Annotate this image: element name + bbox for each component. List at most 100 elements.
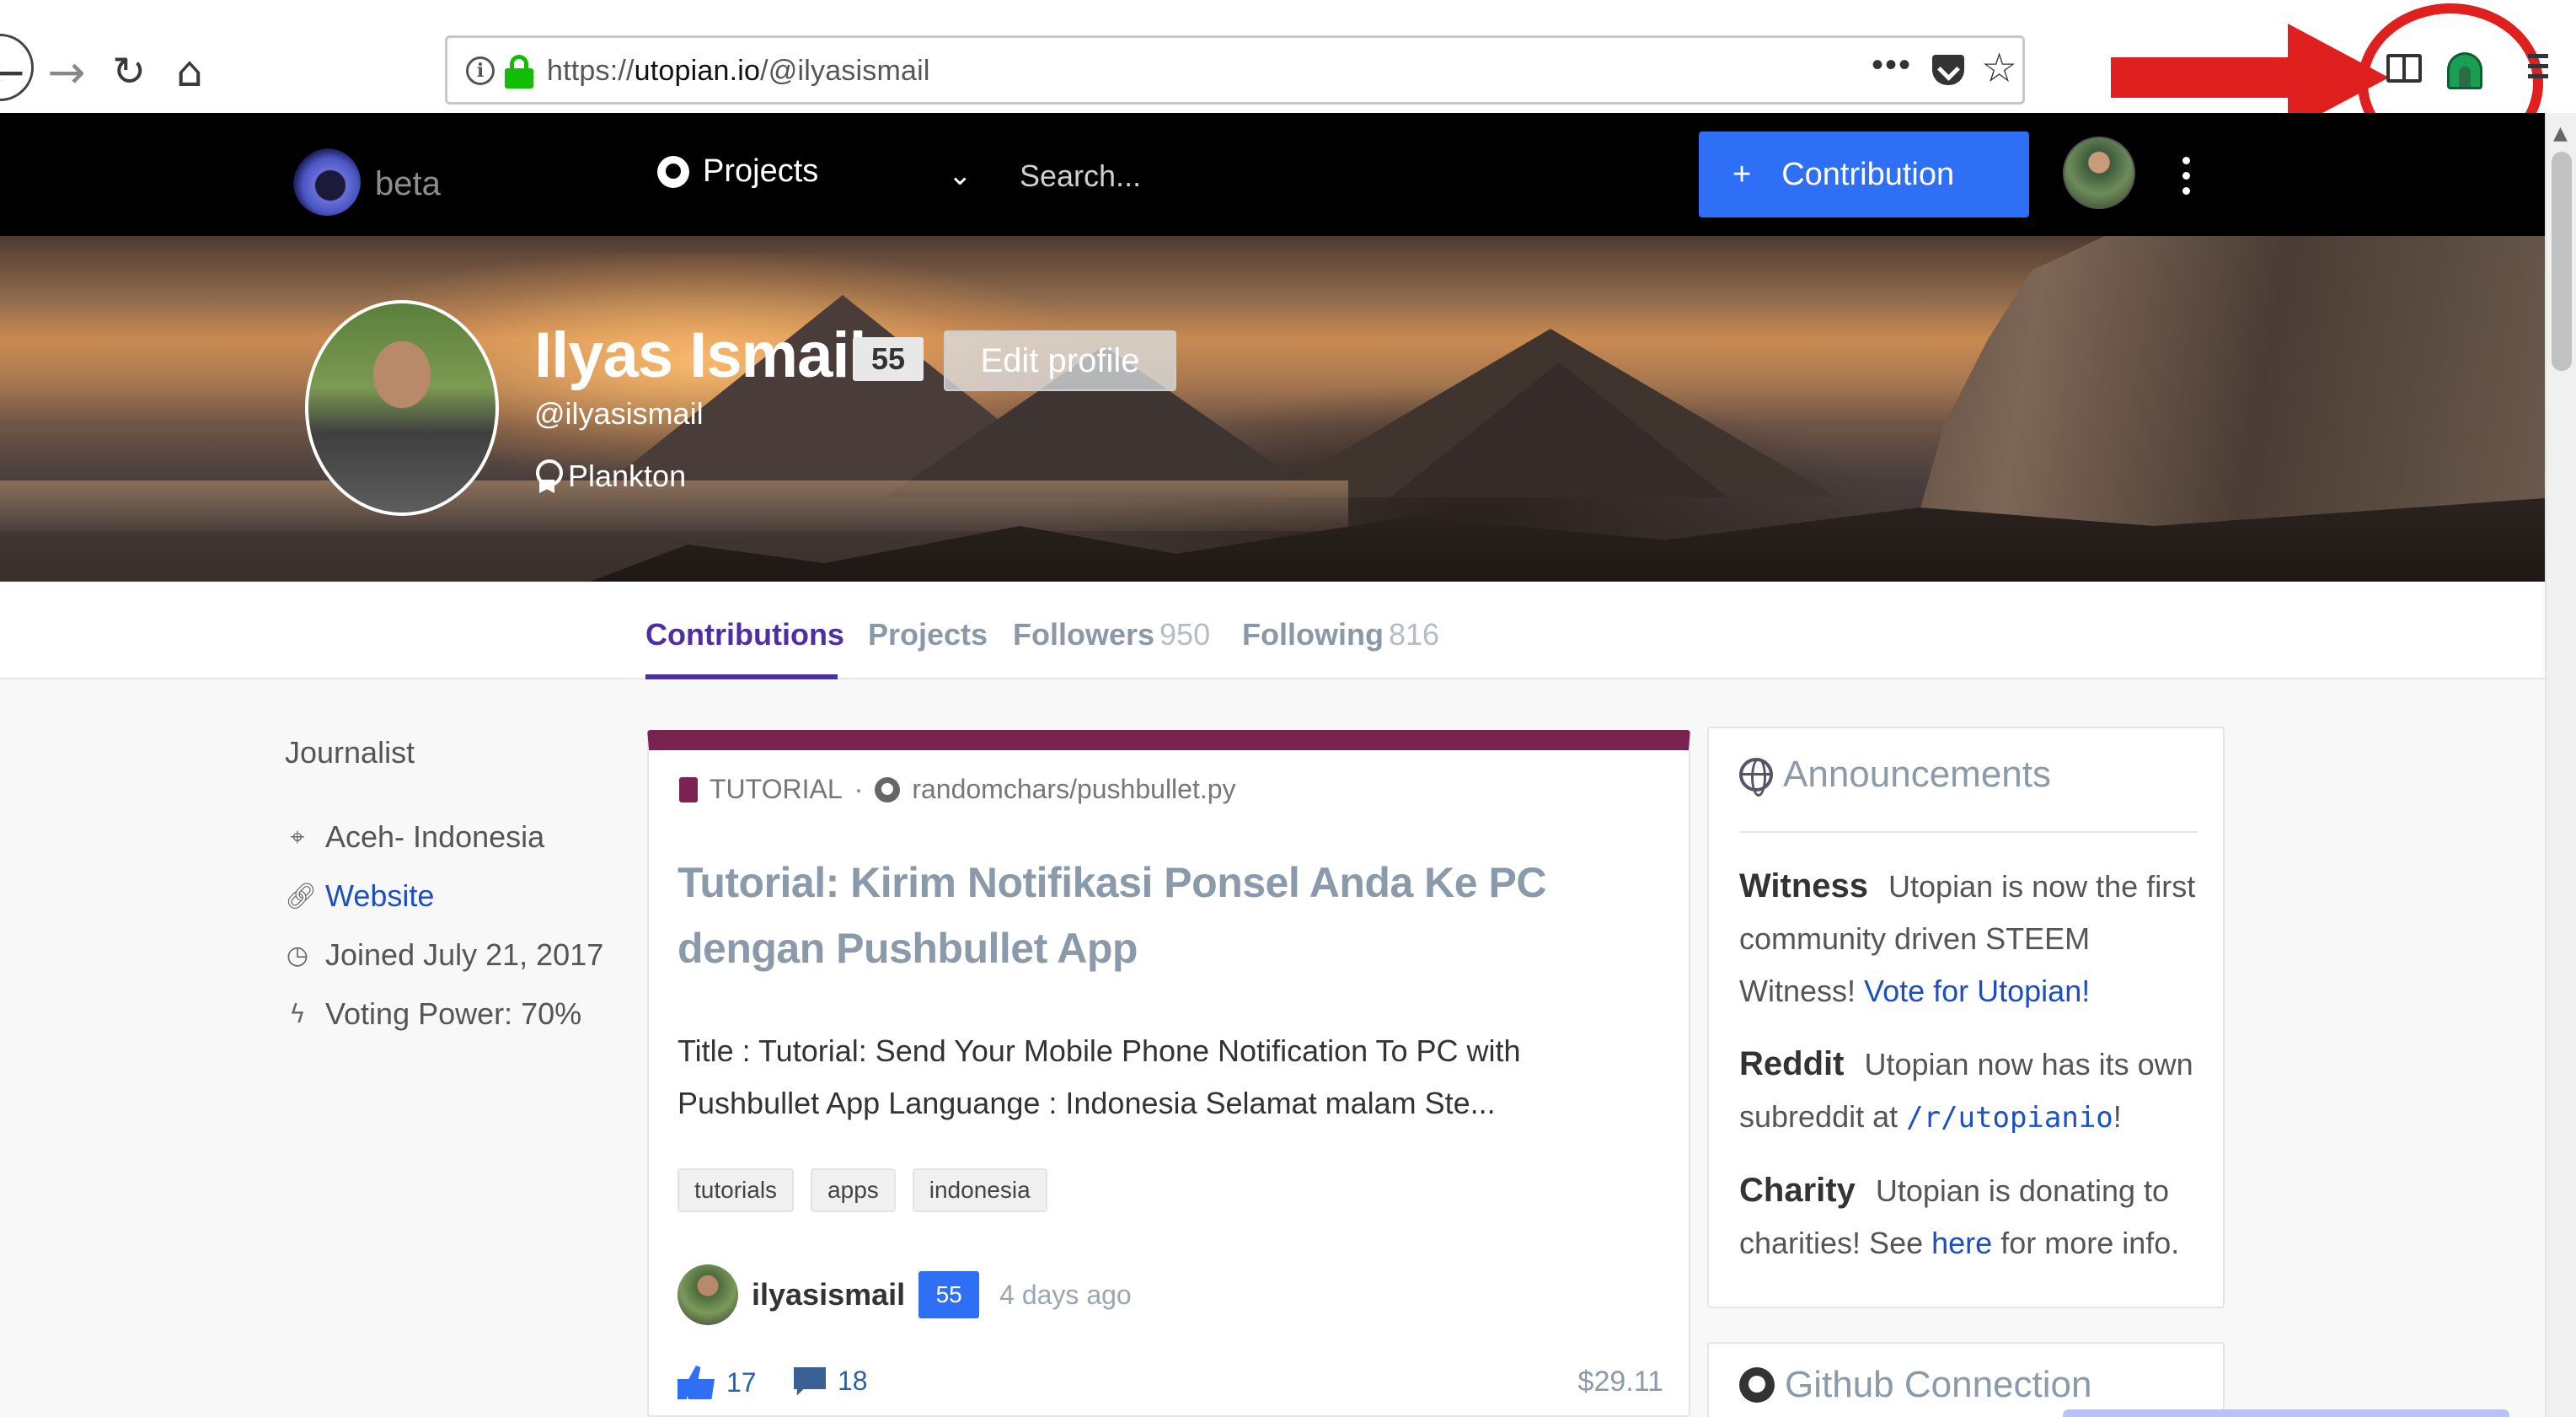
post-time: 4 days ago: [999, 1279, 1132, 1310]
witness-announcement: Witness Utopian is now the first communi…: [1739, 860, 2211, 1017]
tag[interactable]: tutorials: [677, 1168, 795, 1212]
github-icon: [1739, 1367, 1775, 1403]
projects-nav[interactable]: Projects: [657, 153, 818, 190]
globe-icon: [1739, 758, 1773, 797]
github-icon: [875, 776, 901, 802]
thumbs-up-icon: [677, 1366, 715, 1399]
utopian-logo[interactable]: [287, 137, 371, 221]
reddit-announcement: Reddit Utopian now has its own subreddit…: [1739, 1038, 2211, 1144]
divider: [1739, 831, 2198, 833]
author-name[interactable]: ilyasismail: [752, 1277, 905, 1312]
announcements-body: Witness Utopian is now the first communi…: [1739, 860, 2211, 1290]
reputation-badge: 55: [853, 337, 924, 381]
main-content: Journalist ⌖ Aceh- Indonesia 🔗︎ Website …: [0, 679, 2545, 1417]
tab-followers[interactable]: Followers 950: [1013, 617, 1210, 652]
comments-button[interactable]: 18: [794, 1366, 868, 1397]
post-repo[interactable]: randomchars/pushbullet.py: [912, 774, 1235, 805]
contribution-label: Contribution: [1781, 156, 1955, 192]
back-icon[interactable]: ←: [0, 42, 35, 101]
scrollbar-thumb[interactable]: [2552, 152, 2572, 371]
tab-contributions[interactable]: Contributions: [645, 617, 844, 652]
post-author: ilyasismail 55 4 days ago: [677, 1264, 1132, 1325]
github-connection-header: Github Connection: [1739, 1364, 2091, 1406]
vote-for-utopian-link[interactable]: Vote for Utopian!: [1864, 974, 2090, 1008]
following-count: 816: [1388, 617, 1440, 652]
bolt-icon: ϟ: [289, 999, 306, 1029]
author-reputation-badge: 55: [918, 1271, 980, 1318]
location-text: Aceh- Indonesia: [325, 819, 545, 854]
clock-icon: ◷: [286, 940, 309, 970]
profile-rank: Plankton: [534, 459, 686, 494]
reload-icon[interactable]: ↻: [99, 42, 158, 101]
chevron-down-icon[interactable]: ⌄: [948, 158, 972, 192]
more-icon[interactable]: •••: [1872, 46, 1912, 84]
post-excerpt: Title : Tutorial: Send Your Mobile Phone…: [677, 1033, 1521, 1120]
location-row: ⌖ Aceh- Indonesia: [285, 808, 622, 867]
profile-bio: Journalist: [285, 735, 415, 770]
charity-end: for more info.: [2000, 1226, 2180, 1260]
cover-mountain: [1390, 362, 1727, 497]
profile-handle: @ilyasismail: [534, 396, 704, 431]
profile-cover: Ilyas Ismail 55 Edit profile @ilyasismai…: [0, 236, 2545, 582]
tutorial-icon: [679, 776, 698, 802]
bookmark-star-icon[interactable]: ☆: [1981, 45, 2017, 92]
url-text[interactable]: https://utopian.io/@ilyasismail: [547, 55, 930, 88]
award-icon: [534, 459, 563, 493]
menu-icon[interactable]: [2528, 54, 2548, 84]
location-pin-icon: ⌖: [290, 822, 305, 852]
subreddit-link[interactable]: /r/utopianio: [1906, 1101, 2113, 1135]
post-title[interactable]: Tutorial: Kirim Notifikasi Ponsel Anda K…: [677, 850, 1655, 981]
followers-count: 950: [1159, 617, 1211, 652]
github-icon: [657, 155, 689, 188]
home-icon[interactable]: ⌂: [160, 42, 219, 101]
site-header: beta Projects ⌄ Search... + Contribution: [0, 113, 2545, 236]
joined-row: ◷ Joined July 21, 2017: [285, 926, 622, 985]
announcements-card: Announcements Witness Utopian is now the…: [1707, 727, 2225, 1308]
upvote-count: 17: [726, 1366, 757, 1398]
user-avatar[interactable]: [2063, 137, 2135, 209]
comment-icon: [794, 1366, 826, 1396]
announcements-title: Announcements: [1783, 754, 2051, 795]
charity-here-link[interactable]: here: [1931, 1226, 1992, 1260]
payout-value[interactable]: $29.11: [1578, 1366, 1663, 1398]
website-row: 🔗︎ Website: [285, 867, 622, 926]
github-connect-button[interactable]: [2063, 1409, 2509, 1417]
lock-icon[interactable]: [505, 55, 533, 89]
contribution-button[interactable]: + Contribution: [1699, 132, 2029, 217]
address-bar[interactable]: i https://utopian.io/@ilyasismail ••• ☆: [445, 35, 2025, 105]
browser-toolbar: ← → ↻ ⌂ i https://utopian.io/@ilyasismai…: [0, 0, 2576, 164]
link-icon: 🔗︎: [285, 881, 318, 911]
charity-label: Charity: [1739, 1172, 1856, 1209]
github-connection-title: Github Connection: [1785, 1364, 2092, 1405]
beta-label: beta: [375, 165, 441, 202]
info-icon[interactable]: i: [466, 56, 495, 85]
github-connection-card: Github Connection: [1707, 1342, 2225, 1417]
more-vertical-icon[interactable]: [2182, 157, 2191, 202]
page-scrollbar[interactable]: ▲: [2545, 113, 2576, 1417]
comment-count: 18: [838, 1366, 868, 1396]
search-input[interactable]: Search...: [1020, 158, 1141, 194]
reddit-end: !: [2113, 1099, 2122, 1134]
tab-projects[interactable]: Projects: [868, 617, 988, 652]
tab-following[interactable]: Following 816: [1242, 617, 1439, 652]
reddit-label: Reddit: [1739, 1045, 1845, 1082]
meta-separator: ·: [854, 774, 864, 804]
plus-icon: +: [1733, 156, 1752, 192]
post-category[interactable]: TUTORIAL: [710, 774, 843, 805]
voting-power-text: Voting Power: 70%: [325, 996, 582, 1031]
tag[interactable]: indonesia: [912, 1168, 1047, 1212]
profile-sidebar: Journalist ⌖ Aceh- Indonesia 🔗︎ Website …: [285, 735, 622, 1044]
contribution-card[interactable]: TUTORIAL · randomchars/pushbullet.py Tut…: [647, 730, 1690, 1417]
edit-profile-button[interactable]: Edit profile: [944, 330, 1176, 391]
author-avatar[interactable]: [677, 1264, 738, 1325]
witness-label: Witness: [1739, 867, 1869, 904]
scroll-up-icon[interactable]: ▲: [2553, 123, 2568, 144]
profile-name: Ilyas Ismail: [534, 319, 867, 391]
forward-icon[interactable]: →: [37, 42, 96, 101]
website-link[interactable]: Website: [325, 878, 434, 914]
joined-text: Joined July 21, 2017: [325, 937, 604, 972]
profile-tabs: Contributions Projects Followers 950 Foll…: [0, 582, 2545, 679]
upvote-button[interactable]: 17: [677, 1366, 757, 1399]
tag[interactable]: apps: [811, 1168, 896, 1212]
pocket-icon[interactable]: [1932, 55, 1964, 85]
